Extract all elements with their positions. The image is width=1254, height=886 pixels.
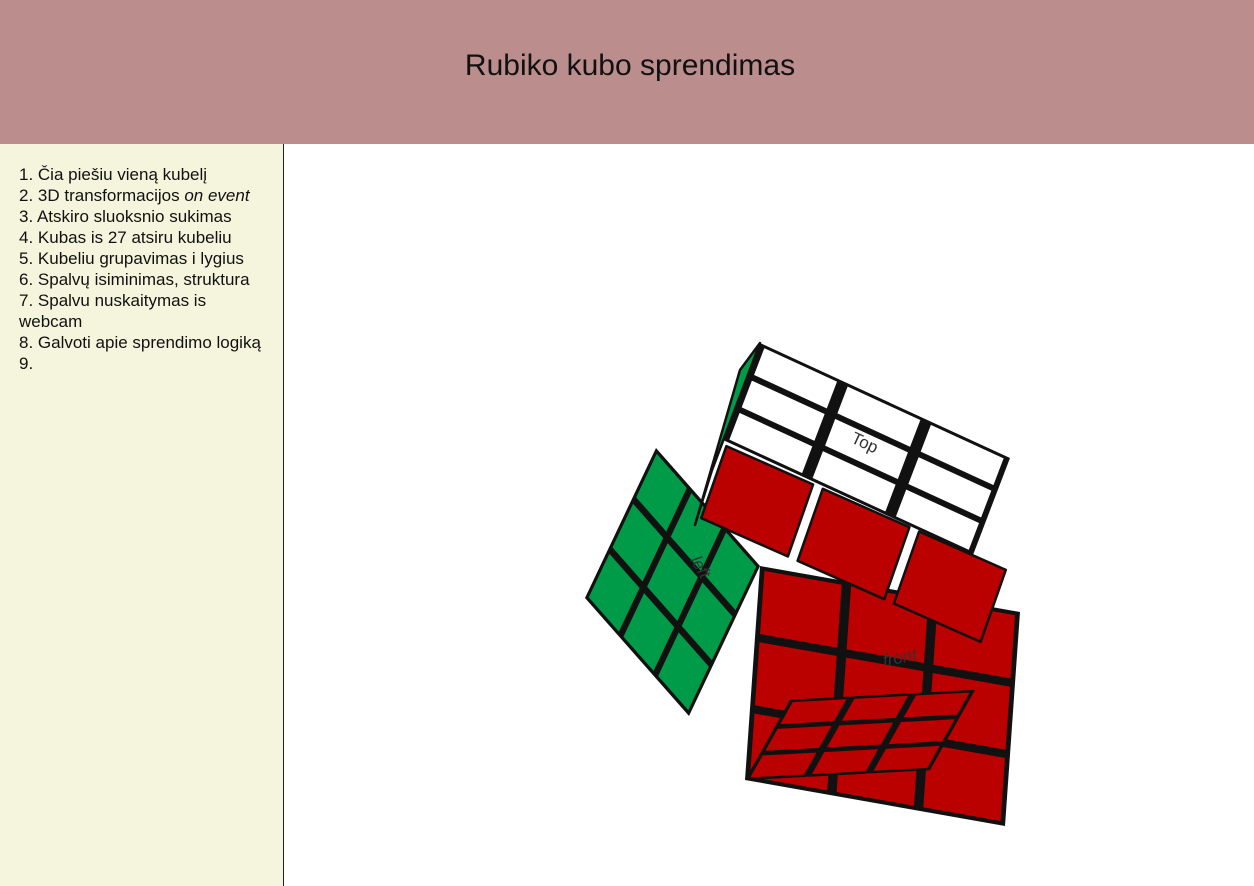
todo-item-4: 4. Kubas is 27 atsiru kubeliu <box>19 228 232 247</box>
todo-list: 1. Čia piešiu vieną kubelį 2. 3D transfo… <box>19 164 274 374</box>
rubiks-cube-3d[interactable]: Topleftfront <box>284 144 1254 886</box>
sidebar-todo-panel: 1. Čia piešiu vieną kubelį 2. 3D transfo… <box>0 144 284 886</box>
page-title: Rubiko kubo sprendimas <box>464 49 796 82</box>
todo-item-7: 7. Spalvu nuskaitymas is webcam <box>19 291 207 331</box>
front-sticker <box>757 568 845 651</box>
todo-item-9: 9. <box>19 354 34 373</box>
todo-item-3: 3. Atskiro sluoksnio sukimas <box>19 207 232 226</box>
todo-item-6: 6. Spalvų isiminimas, struktura <box>19 270 250 289</box>
todo-item-1: 1. Čia piešiu vieną kubelį <box>19 165 208 184</box>
todo-item-2: 2. 3D transformacijos on event <box>19 186 250 205</box>
todo-item-5: 5. Kubeliu grupavimas i lygius <box>19 249 244 268</box>
todo-item-8: 8. Galvoti apie sprendimo logiką <box>19 333 261 352</box>
cube-canvas[interactable]: Top left front <box>284 144 1254 886</box>
page-header: Rubiko kubo sprendimas <box>0 0 1254 144</box>
todo-item-2-emphasis: on event <box>184 186 250 205</box>
